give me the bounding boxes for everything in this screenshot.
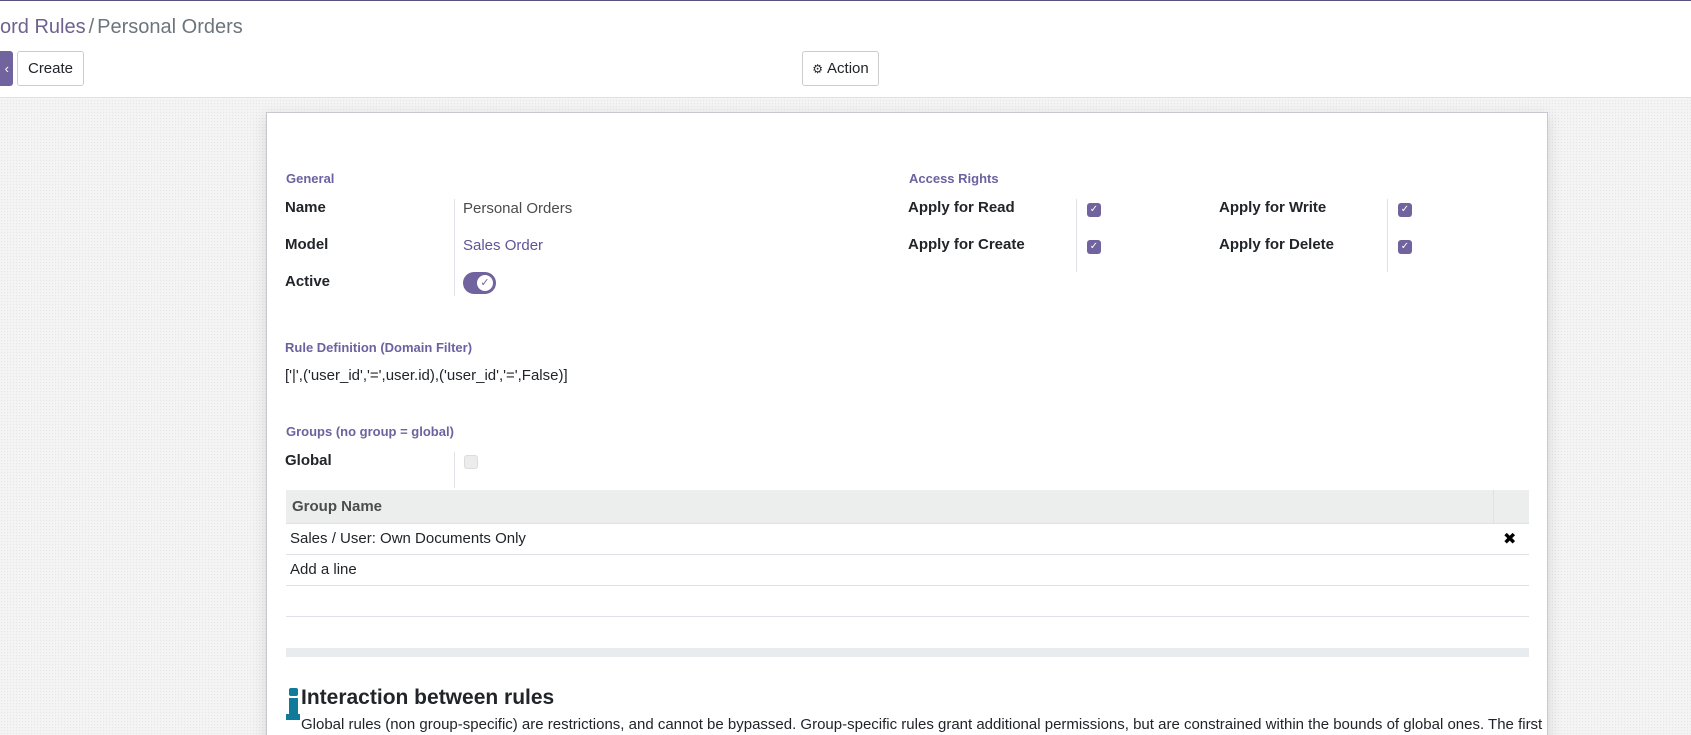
info-text: Global rules (non group-specific) are re…	[301, 716, 1543, 733]
info-icon	[286, 688, 300, 724]
save-button-label: ‹	[4, 61, 9, 76]
table-row[interactable]: Sales / User: Own Documents Only ✖	[286, 524, 1529, 555]
breadcrumb-current: Personal Orders	[97, 16, 243, 38]
apply-read-checkbox[interactable]: ✓	[1087, 203, 1101, 217]
header-column-divider	[1493, 490, 1494, 524]
check-icon: ✓	[477, 275, 493, 291]
access-right-divider	[1387, 199, 1388, 272]
breadcrumb: ord Rules / Personal Orders	[0, 14, 243, 40]
general-field-divider	[454, 199, 455, 296]
breadcrumb-separator: /	[88, 16, 95, 38]
save-button[interactable]: ‹	[0, 51, 13, 86]
apply-create-label: Apply for Create	[908, 236, 1025, 253]
global-checkbox[interactable]	[464, 455, 478, 469]
name-label: Name	[285, 199, 326, 216]
form-sheet: General Name Model Active Personal Order…	[266, 112, 1548, 735]
add-a-line-link[interactable]: Add a line	[290, 561, 357, 578]
model-label: Model	[285, 236, 329, 253]
rule-definition-title: Rule Definition (Domain Filter)	[285, 340, 473, 355]
apply-delete-label: Apply for Delete	[1219, 236, 1335, 253]
section-divider-bar	[286, 648, 1529, 657]
active-toggle[interactable]: ✓	[463, 272, 496, 294]
apply-create-checkbox[interactable]: ✓	[1087, 240, 1101, 254]
create-button-label: Create	[27, 60, 74, 77]
control-panel: ord Rules / Personal Orders ‹ Create ⚙ Act…	[0, 1, 1691, 98]
apply-delete-checkbox[interactable]: ✓	[1398, 240, 1412, 254]
domain-filter-field[interactable]: ['|',('user_id','=',user.id),('user_id',…	[285, 367, 568, 384]
model-field-link[interactable]: Sales Order	[463, 237, 543, 254]
empty-row	[286, 586, 1529, 617]
groups-table-header: Group Name	[286, 490, 1529, 524]
global-field-divider	[454, 452, 455, 488]
action-dropdown-button[interactable]: ⚙ Action	[802, 51, 879, 86]
delete-row-icon[interactable]: ✖	[1503, 529, 1516, 549]
name-field[interactable]: Personal Orders	[463, 200, 572, 217]
general-section-title: General	[286, 171, 335, 186]
gear-icon: ⚙	[812, 61, 824, 76]
group-name-cell: Sales / User: Own Documents Only	[290, 530, 526, 547]
add-line-row: Add a line	[286, 555, 1529, 586]
apply-write-label: Apply for Write	[1219, 199, 1327, 216]
create-button[interactable]: Create	[17, 51, 84, 86]
apply-write-checkbox[interactable]: ✓	[1398, 203, 1412, 217]
group-name-column-header[interactable]: Group Name	[292, 498, 382, 515]
apply-read-label: Apply for Read	[908, 199, 1015, 216]
access-rights-section-title: Access Rights	[909, 171, 999, 186]
global-label: Global	[285, 452, 332, 469]
access-left-divider	[1076, 199, 1077, 272]
active-label: Active	[285, 273, 331, 290]
info-title: Interaction between rules	[301, 686, 555, 709]
breadcrumb-parent-link[interactable]: ord Rules	[0, 16, 86, 38]
groups-section-title: Groups (no group = global)	[286, 424, 454, 439]
action-button-label: Action	[827, 60, 869, 77]
